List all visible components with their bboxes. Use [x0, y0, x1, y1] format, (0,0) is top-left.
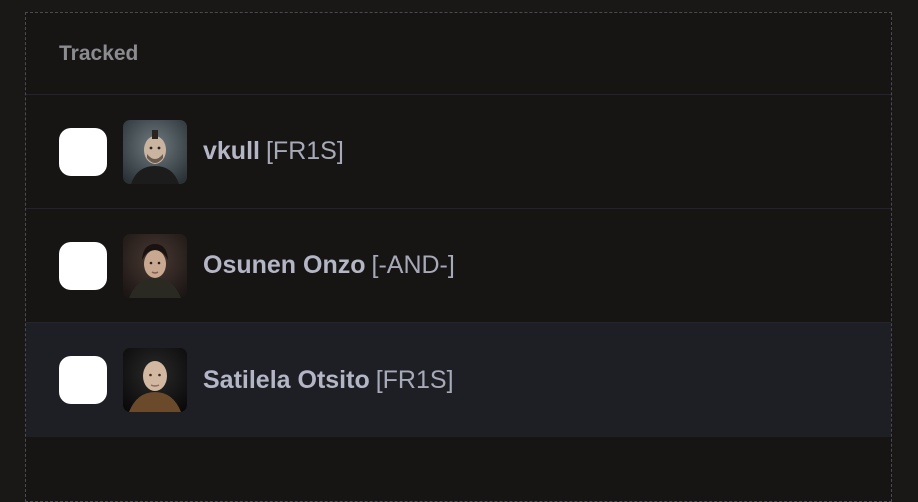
character-portrait-icon: [123, 119, 187, 184]
character-name: Satilela Otsito: [203, 365, 370, 394]
track-checkbox[interactable]: [59, 241, 107, 290]
tracked-panel: Tracked vkull [FR1S] Osunen Onzo [-AND-]…: [25, 12, 892, 502]
character-row-vkull[interactable]: vkull [FR1S]: [26, 95, 891, 209]
corporation-ticker: [-AND-]: [371, 251, 455, 279]
character-label: Satilela Otsito [FR1S]: [203, 365, 454, 394]
panel-title: Tracked: [59, 41, 139, 65]
character-label: vkull [FR1S]: [203, 139, 344, 164]
track-checkbox[interactable]: [59, 127, 107, 176]
corporation-ticker: [FR1S]: [375, 365, 454, 394]
panel-header: Tracked: [26, 13, 891, 95]
corporation-ticker: [FR1S]: [265, 137, 344, 165]
character-portrait-icon: [123, 348, 187, 412]
track-checkbox[interactable]: [59, 356, 107, 404]
character-label: Osunen Onzo [-AND-]: [203, 253, 455, 278]
character-row-satilela-otsito[interactable]: Satilela Otsito [FR1S]: [26, 323, 891, 437]
character-row-osunen-onzo[interactable]: Osunen Onzo [-AND-]: [26, 209, 891, 323]
character-name: vkull: [203, 137, 260, 165]
character-portrait-icon: [123, 233, 187, 298]
character-name: Osunen Onzo: [203, 251, 366, 279]
